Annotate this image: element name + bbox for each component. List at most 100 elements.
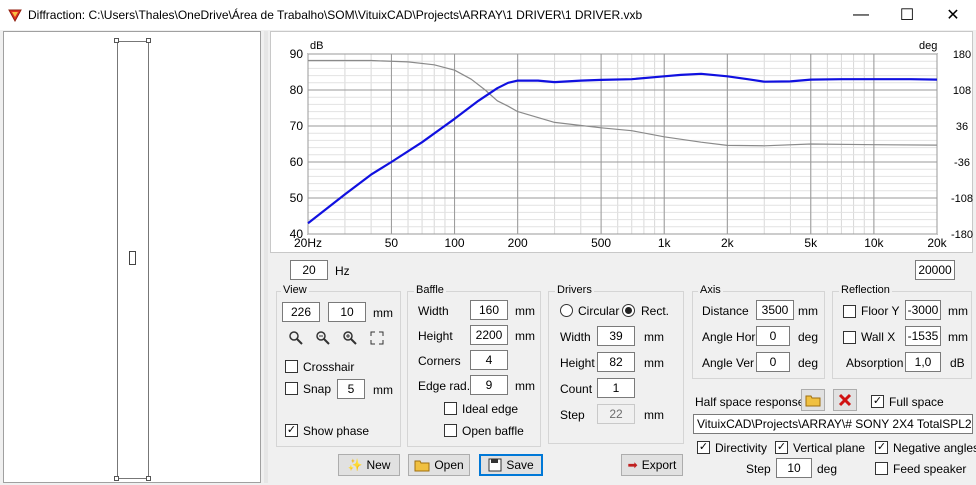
view-value2-input[interactable]: 10 (328, 302, 366, 322)
open-baffle-checkbox[interactable] (444, 424, 457, 437)
ideal-edge-label: Ideal edge (462, 402, 519, 416)
window-title: Diffraction: C:\Users\Thales\OneDrive\Ár… (28, 8, 643, 22)
resize-handle-top-right[interactable] (146, 38, 151, 43)
x-tick-label: 100 (445, 236, 465, 250)
driver-width-input[interactable]: 39 (597, 326, 635, 346)
zoom-extents-icon[interactable] (368, 329, 386, 347)
full-space-checkbox[interactable]: ✓ (871, 395, 884, 408)
freq-min-input[interactable]: 20 (290, 260, 328, 280)
resize-handle-top-left[interactable] (114, 38, 119, 43)
feed-speaker-checkbox[interactable] (875, 462, 888, 475)
angle-hor-input[interactable]: 0 (756, 326, 790, 346)
show-phase-label: Show phase (303, 424, 370, 438)
snap-input[interactable]: 5 (337, 379, 365, 399)
edge-radius-input[interactable]: 9 (470, 375, 508, 395)
splitter[interactable] (264, 31, 268, 483)
resize-handle-bottom-right[interactable] (146, 476, 151, 481)
distance-input[interactable]: 3500 (756, 300, 794, 320)
floor-label: Floor Y (861, 304, 900, 318)
export-button[interactable]: ➡ Export (621, 454, 683, 476)
view-group-title: View (281, 284, 309, 296)
negative-angles-checkbox[interactable]: ✓ (875, 441, 888, 454)
x-tick-label: 10k (864, 236, 884, 250)
folder-icon (414, 460, 430, 472)
new-button-label: New (366, 458, 391, 472)
delete-icon[interactable] (833, 389, 857, 411)
crosshair-checkbox[interactable] (285, 360, 298, 373)
y-tick-label: 50 (290, 191, 304, 205)
driver-width-unit: mm (644, 330, 664, 344)
minimize-button[interactable]: — (838, 0, 884, 30)
step-input: 22 (597, 404, 635, 424)
baffle-height-label: Height (418, 329, 453, 343)
corners-input[interactable]: 4 (470, 350, 508, 370)
reflection-group-title: Reflection (839, 284, 892, 296)
baffle-group-title: Baffle (414, 284, 446, 296)
vertical-plane-label: Vertical plane (793, 441, 866, 455)
baffle-width-input[interactable]: 160 (470, 300, 508, 320)
dir-step-label: Step (746, 462, 771, 476)
snap-checkbox[interactable] (285, 382, 298, 395)
show-phase-checkbox[interactable]: ✓ (285, 424, 298, 437)
absorption-input[interactable]: 1,0 (905, 352, 941, 372)
x-tick-label: 5k (804, 236, 818, 250)
driver-height-label: Height (560, 356, 595, 370)
view-value1-input[interactable]: 226 (282, 302, 320, 322)
new-button[interactable]: ✨ New (338, 454, 400, 476)
baffle-height-input[interactable]: 2200 (470, 325, 508, 345)
baffle-preview-panel[interactable] (3, 31, 261, 483)
x-tick-label: 50 (385, 236, 399, 250)
step-label: Step (560, 408, 585, 422)
open-baffle-label: Open baffle (462, 424, 524, 438)
angle-ver-input[interactable]: 0 (756, 352, 790, 372)
maximize-button[interactable]: ☐ (884, 0, 930, 30)
half-space-label: Half space response (695, 395, 805, 409)
floor-input[interactable]: -3000 (905, 300, 941, 320)
floor-checkbox[interactable] (843, 305, 856, 318)
dir-step-input[interactable]: 10 (776, 458, 812, 478)
zoom-out-icon[interactable] (314, 329, 332, 347)
open-button[interactable]: Open (408, 454, 470, 476)
driver-height-input[interactable]: 82 (597, 352, 635, 372)
zoom-in-icon[interactable] (341, 329, 359, 347)
resize-handle-bottom-left[interactable] (114, 476, 119, 481)
save-button[interactable]: Save (479, 454, 543, 476)
vertical-plane-checkbox[interactable]: ✓ (775, 441, 788, 454)
y2-tick-label: 180 (953, 49, 971, 61)
x-tick-label: 20k (927, 236, 947, 250)
rect-radio[interactable] (622, 304, 635, 317)
driver-width-label: Width (560, 330, 591, 344)
wall-input[interactable]: -1535 (905, 326, 941, 346)
y2-tick-label: -108 (951, 193, 973, 205)
distance-label: Distance (702, 304, 749, 318)
baffle-height-unit: mm (515, 329, 535, 343)
x-tick-label: 500 (591, 236, 611, 250)
baffle-width-unit: mm (515, 304, 535, 318)
crosshair-label: Crosshair (303, 360, 355, 374)
close-button[interactable]: ✕ (930, 0, 976, 30)
count-input[interactable]: 1 (597, 378, 635, 398)
rect-label: Rect. (641, 304, 670, 318)
open-button-label: Open (434, 458, 464, 472)
full-space-label: Full space (889, 395, 944, 409)
ideal-edge-checkbox[interactable] (444, 402, 457, 415)
freq-max-input[interactable]: 20000 (915, 260, 955, 280)
export-arrow-icon: ➡ (627, 458, 638, 472)
x-tick-label: 1k (658, 236, 672, 250)
open-folder-icon[interactable] (801, 389, 825, 411)
step-unit: mm (644, 408, 664, 422)
zoom-fit-icon[interactable] (287, 329, 305, 347)
y-tick-label: 40 (290, 227, 304, 241)
wall-checkbox[interactable] (843, 331, 856, 344)
y2-tick-label: -36 (954, 157, 970, 169)
half-space-path-input[interactable]: VituixCAD\Projects\ARRAY\# SONY 2X4 Tota… (693, 414, 973, 434)
negative-angles-label: Negative angles (893, 441, 976, 455)
circular-radio[interactable] (560, 304, 573, 317)
app-icon (8, 9, 22, 22)
y-tick-label: 80 (290, 83, 304, 97)
driver-marker[interactable] (129, 251, 136, 265)
directivity-checkbox[interactable]: ✓ (697, 441, 710, 454)
snap-label: Snap (303, 382, 332, 396)
freq-unit-label: Hz (335, 264, 350, 278)
view-unit-label: mm (373, 306, 393, 320)
